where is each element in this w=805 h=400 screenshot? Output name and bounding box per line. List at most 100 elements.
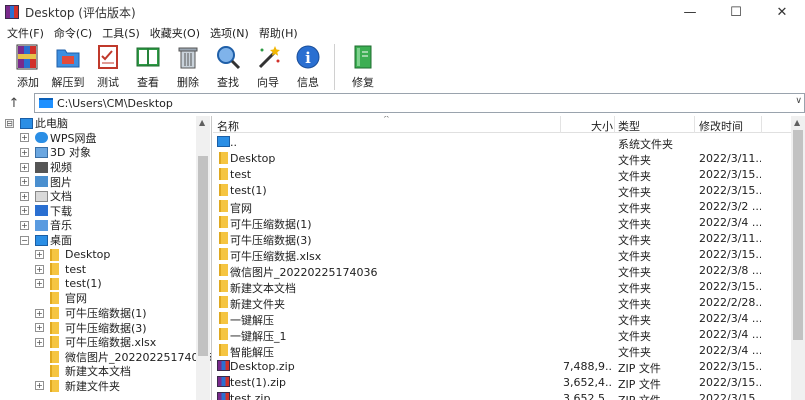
file-row[interactable]: test 文件夹 2022/3/15... — [213, 166, 791, 183]
column-type[interactable]: 类型 — [618, 118, 640, 134]
column-modified[interactable]: 修改时间 — [699, 118, 743, 134]
find-button[interactable]: 查找 — [208, 42, 248, 90]
tree-item-label: test — [65, 262, 87, 276]
menu-help[interactable]: 帮助(H) — [254, 25, 303, 41]
tree-item[interactable]: + 图片 — [0, 174, 211, 189]
delete-button[interactable]: 删除 — [168, 42, 208, 90]
view-button[interactable]: 查看 — [128, 42, 168, 90]
tree-expander-icon[interactable]: + — [20, 220, 29, 230]
window-title: Desktop (评估版本) — [25, 5, 136, 20]
file-row[interactable]: 可牛压缩数据(3) 文件夹 2022/3/11... — [213, 230, 791, 247]
file-row[interactable]: 微信图片_20220225174036 文件夹 2022/3/8 ... — [213, 262, 791, 279]
file-row[interactable]: 一键解压_1 文件夹 2022/3/4 ... — [213, 326, 791, 343]
tree-item-label: 可牛压缩数据(3) — [65, 321, 147, 335]
menu-options[interactable]: 选项(N) — [205, 25, 254, 41]
tree-item[interactable]: + Desktop — [0, 247, 211, 262]
extract-to-button[interactable]: 解压到 — [48, 42, 88, 90]
file-row[interactable]: 新建文件夹 文件夹 2022/2/28... — [213, 294, 791, 311]
column-size[interactable]: 大小 — [591, 118, 613, 134]
tree-expander-icon[interactable]: + — [35, 337, 44, 347]
up-folder-button[interactable]: ↑ — [0, 92, 28, 114]
minimize-button[interactable]: — — [667, 0, 713, 24]
tree-item[interactable]: + 可牛压缩数据.xlsx — [0, 335, 211, 350]
tree-expander-icon[interactable]: + — [20, 162, 29, 172]
file-size: 3,652,5... — [563, 392, 613, 400]
tree-item[interactable]: 微信图片_20220225174036 — [0, 350, 211, 365]
column-divider[interactable] — [560, 116, 561, 133]
scroll-up-icon[interactable]: ▲ — [199, 118, 205, 127]
test-button[interactable]: 测试 — [88, 42, 128, 90]
file-row[interactable]: test(1).zip 3,652,4... ZIP 文件 2022/3/15... — [213, 374, 791, 391]
file-row[interactable]: 新建文本文档 文件夹 2022/3/15... — [213, 278, 791, 295]
tree-expander-icon[interactable]: + — [20, 191, 29, 201]
tree-item[interactable]: + 可牛压缩数据(3) — [0, 320, 211, 335]
tree-expander-icon[interactable]: + — [20, 147, 29, 157]
file-row[interactable]: 可牛压缩数据(1) 文件夹 2022/3/4 ... — [213, 214, 791, 231]
column-name[interactable]: 名称 — [217, 118, 239, 134]
tree-expander-icon[interactable]: + — [35, 308, 44, 318]
tree-scrollbar[interactable]: ▲ — [196, 116, 210, 400]
tree-expander-icon[interactable]: + — [35, 264, 44, 274]
tree-item[interactable]: + 文档 — [0, 189, 211, 204]
tree-expander-icon[interactable]: + — [35, 381, 44, 391]
tree-expander-icon[interactable]: + — [20, 177, 29, 187]
file-row[interactable]: .. 系统文件夹 — [213, 134, 791, 151]
svg-text:i: i — [305, 49, 311, 67]
tree-item[interactable]: + test — [0, 262, 211, 277]
tree-item[interactable]: + WPS网盘 — [0, 131, 211, 146]
wizard-button[interactable]: 向导 — [248, 42, 288, 90]
file-row[interactable]: 一键解压 文件夹 2022/3/4 ... — [213, 310, 791, 327]
tree-item[interactable]: + 音乐 — [0, 218, 211, 233]
tree-expander-icon[interactable]: + — [20, 206, 29, 216]
tree-item[interactable]: + 视频 — [0, 160, 211, 175]
info-button[interactable]: i 信息 — [288, 42, 328, 90]
column-divider[interactable] — [761, 116, 762, 133]
scroll-thumb[interactable] — [198, 156, 208, 356]
drive-icon — [39, 98, 53, 108]
folder-icon — [50, 321, 59, 334]
list-scrollbar[interactable]: ▲ — [791, 116, 805, 400]
column-divider[interactable] — [694, 116, 695, 133]
file-modified: 2022/3/4 ... — [699, 344, 761, 357]
trash-icon — [173, 42, 203, 72]
column-divider[interactable] — [614, 116, 615, 133]
file-row[interactable]: 可牛压缩数据.xlsx 文件夹 2022/3/15... — [213, 246, 791, 263]
tree-item[interactable]: − 桌面 — [0, 233, 211, 248]
add-button[interactable]: 添加 — [8, 42, 48, 90]
tree-item[interactable]: + 可牛压缩数据(1) — [0, 306, 211, 321]
file-row[interactable]: test.zip 3,652,5... ZIP 文件 2022/3/15... — [213, 390, 791, 400]
tree-expander-icon[interactable]: + — [20, 133, 29, 143]
tree-item[interactable]: + 下载 — [0, 204, 211, 219]
tree-item[interactable]: + test(1) — [0, 277, 211, 292]
close-button[interactable]: ✕ — [759, 0, 805, 24]
scroll-up-icon[interactable]: ▲ — [794, 118, 800, 127]
tree-expander-icon[interactable]: − — [20, 235, 29, 245]
maximize-button[interactable]: ☐ — [713, 0, 759, 24]
menu-favorites[interactable]: 收藏夹(O) — [145, 25, 205, 41]
tree-expander-icon[interactable]: + — [35, 323, 44, 333]
file-row[interactable]: 智能解压 文件夹 2022/3/4 ... — [213, 342, 791, 359]
path-dropdown-icon[interactable]: ∨ — [795, 96, 802, 106]
tree-item[interactable]: 新建文本文档 — [0, 364, 211, 379]
folder-icon — [219, 328, 228, 340]
folder-icon — [219, 280, 228, 292]
tree-item[interactable]: + 新建文件夹 — [0, 379, 211, 394]
tree-expander-icon[interactable]: + — [35, 250, 44, 260]
tree-item[interactable]: ⊟ 此电脑 — [0, 116, 211, 131]
menu-commands[interactable]: 命令(C) — [49, 25, 97, 41]
file-row[interactable]: Desktop.zip 7,488,9... ZIP 文件 2022/3/15... — [213, 358, 791, 375]
path-input[interactable]: C:\Users\CM\Desktop ∨ — [34, 93, 805, 113]
tree-expander-icon[interactable]: + — [35, 279, 44, 289]
folder-icon — [50, 365, 59, 378]
pc-icon — [217, 136, 230, 147]
scroll-thumb[interactable] — [793, 130, 803, 340]
repair-button[interactable]: 修复 — [343, 42, 383, 90]
tree-item[interactable]: +3D 对象 — [0, 145, 211, 160]
menu-file[interactable]: 文件(F) — [2, 25, 49, 41]
file-row[interactable]: Desktop 文件夹 2022/3/11... — [213, 150, 791, 167]
file-row[interactable]: 官网 文件夹 2022/3/2 ... — [213, 198, 791, 215]
menu-tools[interactable]: 工具(S) — [97, 25, 145, 41]
tree-expander-icon[interactable]: ⊟ — [5, 118, 14, 128]
file-row[interactable]: test(1) 文件夹 2022/3/15... — [213, 182, 791, 199]
tree-item[interactable]: 官网 — [0, 291, 211, 306]
